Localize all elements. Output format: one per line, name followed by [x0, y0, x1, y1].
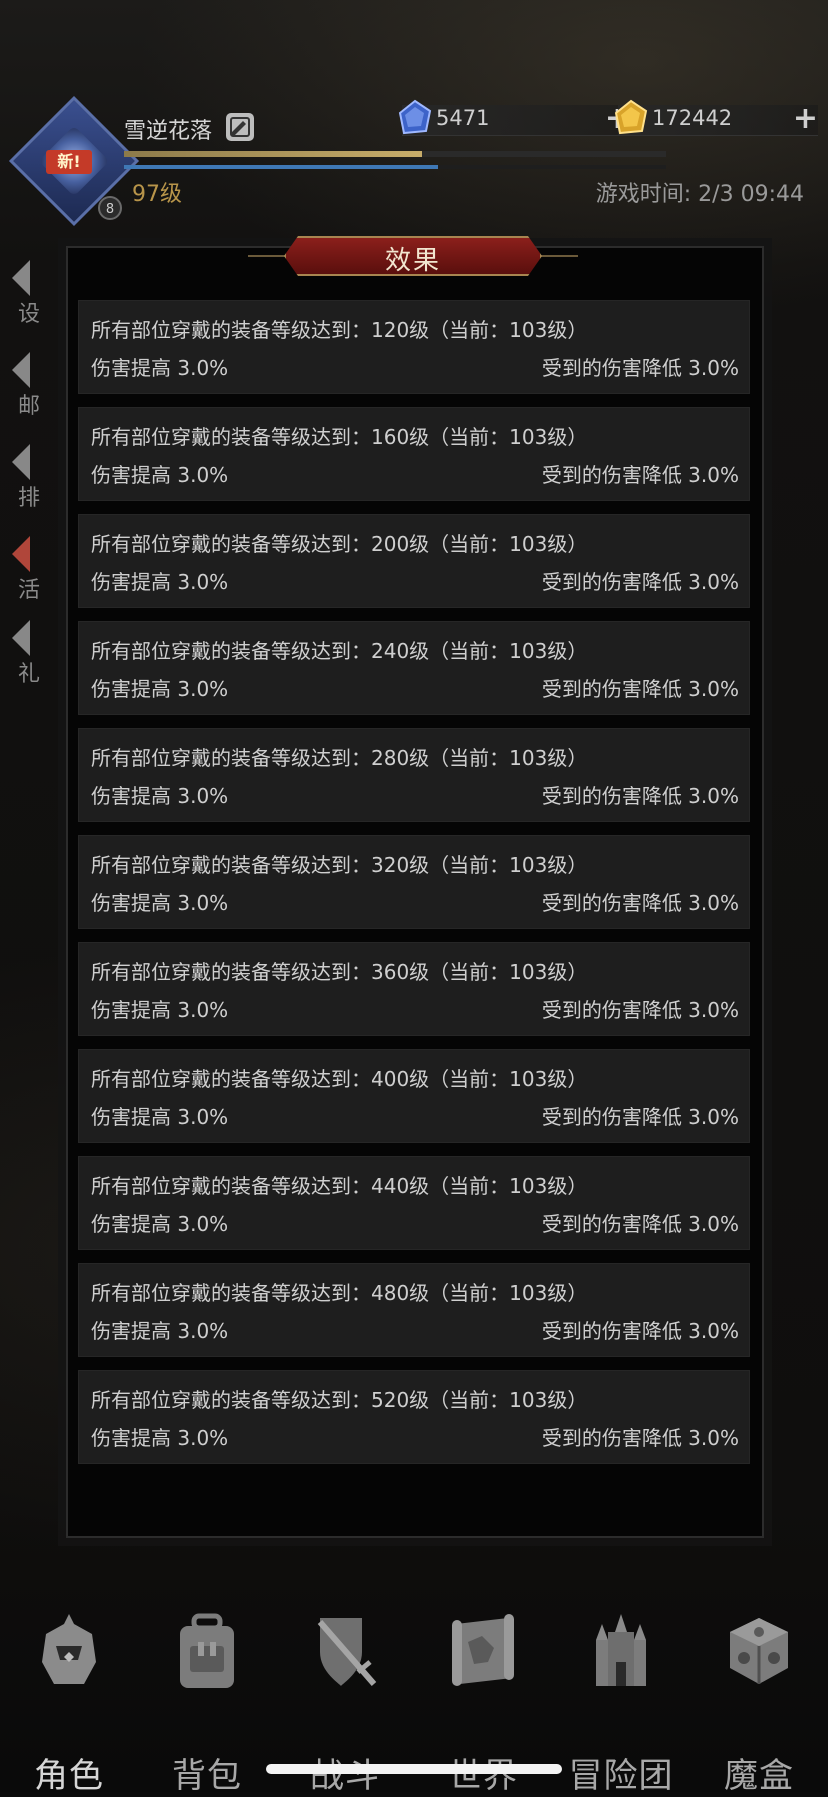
effect-condition: 所有部位穿戴的装备等级达到：400级（当前：103级）	[91, 1067, 588, 1091]
effect-damage-reduction: 受到的伤害降低 3.0%	[541, 998, 739, 1022]
side-arrow-icon	[12, 444, 30, 480]
currency-blue-gem: 5471 +	[398, 99, 630, 136]
side-menu-events[interactable]: 活	[8, 534, 68, 603]
effect-row: 所有部位穿戴的装备等级达到：480级（当前：103级） 伤害提高 3.0% 受到的伤…	[78, 1263, 750, 1357]
mp-bar	[124, 165, 666, 169]
new-badge: 新!	[46, 150, 92, 174]
effect-damage-bonus: 伤害提高 3.0%	[91, 356, 229, 380]
currency-gold-gem: 172442 +	[614, 99, 818, 136]
exp-bar-fill	[124, 151, 423, 157]
effect-damage-reduction: 受到的伤害降低 3.0%	[541, 1426, 739, 1450]
side-arrow-icon	[12, 620, 30, 656]
effect-damage-reduction: 受到的伤害降低 3.0%	[541, 1212, 739, 1236]
effect-damage-reduction: 受到的伤害降低 3.0%	[541, 356, 739, 380]
side-arrow-icon	[12, 352, 30, 388]
effect-row: 所有部位穿戴的装备等级达到：360级（当前：103级） 伤害提高 3.0% 受到的伤…	[78, 942, 750, 1036]
effect-condition: 所有部位穿戴的装备等级达到：160级（当前：103级）	[91, 425, 588, 449]
effect-damage-bonus: 伤害提高 3.0%	[91, 463, 229, 487]
effect-condition: 所有部位穿戴的装备等级达到：280级（当前：103级）	[91, 746, 588, 770]
modal-header: 效果	[248, 236, 578, 276]
effect-row: 所有部位穿戴的装备等级达到：440级（当前：103级） 伤害提高 3.0% 受到的伤…	[78, 1156, 750, 1250]
effect-damage-reduction: 受到的伤害降低 3.0%	[541, 1319, 739, 1343]
map-scroll-icon	[452, 1614, 514, 1686]
effect-condition: 所有部位穿戴的装备等级达到：320级（当前：103级）	[91, 853, 588, 877]
gold-gem-value: 172442	[652, 106, 733, 130]
side-menu-gifts[interactable]: 礼	[8, 618, 68, 687]
side-arrow-icon	[12, 536, 30, 572]
effect-row: 所有部位穿戴的装备等级达到：120级（当前：103级） 伤害提高 3.0% 受到的伤…	[78, 300, 750, 394]
effect-row: 所有部位穿戴的装备等级达到：240级（当前：103级） 伤害提高 3.0% 受到的伤…	[78, 621, 750, 715]
effect-condition: 所有部位穿戴的装备等级达到：440级（当前：103级）	[91, 1174, 588, 1198]
effect-row: 所有部位穿戴的装备等级达到：520级（当前：103级） 伤害提高 3.0% 受到的伤…	[78, 1370, 750, 1464]
effect-row: 所有部位穿戴的装备等级达到：200级（当前：103级） 伤害提高 3.0% 受到的伤…	[78, 514, 750, 608]
effect-damage-reduction: 受到的伤害降低 3.0%	[541, 570, 739, 594]
side-menu-settings[interactable]: 设	[8, 258, 68, 327]
nav-tab-magic-box[interactable]: 魔盒	[690, 1600, 828, 1796]
magic-cube-icon	[730, 1618, 788, 1684]
edit-name-icon[interactable]	[226, 113, 254, 141]
effect-damage-bonus: 伤害提高 3.0%	[91, 1426, 229, 1450]
nav-tab-adventure-team[interactable]: 冒险团	[552, 1600, 690, 1796]
effect-row: 所有部位穿戴的装备等级达到：400级（当前：103级） 伤害提高 3.0% 受到的伤…	[78, 1049, 750, 1143]
nav-tab-character[interactable]: 角色	[0, 1600, 138, 1796]
sword-shield-icon	[317, 1618, 377, 1686]
effect-damage-bonus: 伤害提高 3.0%	[91, 1319, 229, 1343]
home-indicator[interactable]	[266, 1764, 562, 1774]
effect-condition: 所有部位穿戴的装备等级达到：480级（当前：103级）	[91, 1281, 588, 1305]
effect-condition: 所有部位穿戴的装备等级达到：240级（当前：103级）	[91, 639, 588, 663]
effect-damage-bonus: 伤害提高 3.0%	[91, 1105, 229, 1129]
vip-level-badge: 8	[98, 196, 122, 220]
helmet-icon	[42, 1614, 96, 1684]
side-arrow-icon	[12, 260, 30, 296]
gold-gem-icon	[614, 99, 648, 135]
effect-damage-bonus: 伤害提高 3.0%	[91, 1212, 229, 1236]
exp-bar	[124, 151, 666, 157]
effect-damage-bonus: 伤害提高 3.0%	[91, 677, 229, 701]
effect-row: 所有部位穿戴的装备等级达到：160级（当前：103级） 伤害提高 3.0% 受到的伤…	[78, 407, 750, 501]
effect-row: 所有部位穿戴的装备等级达到：320级（当前：103级） 伤害提高 3.0% 受到的伤…	[78, 835, 750, 929]
effect-damage-bonus: 伤害提高 3.0%	[91, 784, 229, 808]
effect-condition: 所有部位穿戴的装备等级达到：520级（当前：103级）	[91, 1388, 588, 1412]
game-time: 游戏时间: 2/3 09:44	[595, 182, 804, 207]
effect-condition: 所有部位穿戴的装备等级达到：120级（当前：103级）	[91, 318, 588, 342]
effect-damage-bonus: 伤害提高 3.0%	[91, 998, 229, 1022]
effect-damage-bonus: 伤害提高 3.0%	[91, 891, 229, 915]
effect-damage-reduction: 受到的伤害降低 3.0%	[541, 677, 739, 701]
effect-damage-reduction: 受到的伤害降低 3.0%	[541, 463, 739, 487]
blue-gem-icon	[398, 99, 432, 135]
effect-row: 所有部位穿戴的装备等级达到：280级（当前：103级） 伤害提高 3.0% 受到的伤…	[78, 728, 750, 822]
gold-gem-add-button[interactable]: +	[793, 103, 818, 135]
nav-tab-backpack[interactable]: 背包	[138, 1600, 276, 1796]
player-level: 97级	[132, 182, 182, 207]
effect-damage-reduction: 受到的伤害降低 3.0%	[541, 1105, 739, 1129]
player-name: 雪逆花落	[124, 119, 213, 144]
mp-bar-fill	[124, 165, 439, 169]
blue-gem-value: 5471	[436, 106, 490, 130]
modal-title: 效果	[384, 246, 441, 276]
effect-damage-reduction: 受到的伤害降低 3.0%	[541, 891, 739, 915]
side-menu-mail[interactable]: 邮	[8, 350, 68, 419]
effect-condition: 所有部位穿戴的装备等级达到：200级（当前：103级）	[91, 532, 588, 556]
effect-damage-bonus: 伤害提高 3.0%	[91, 570, 229, 594]
castle-icon	[596, 1614, 646, 1686]
backpack-icon	[180, 1613, 234, 1688]
side-menu-ranking[interactable]: 排	[8, 442, 68, 511]
effect-condition: 所有部位穿戴的装备等级达到：360级（当前：103级）	[91, 960, 588, 984]
effect-damage-reduction: 受到的伤害降低 3.0%	[541, 784, 739, 808]
